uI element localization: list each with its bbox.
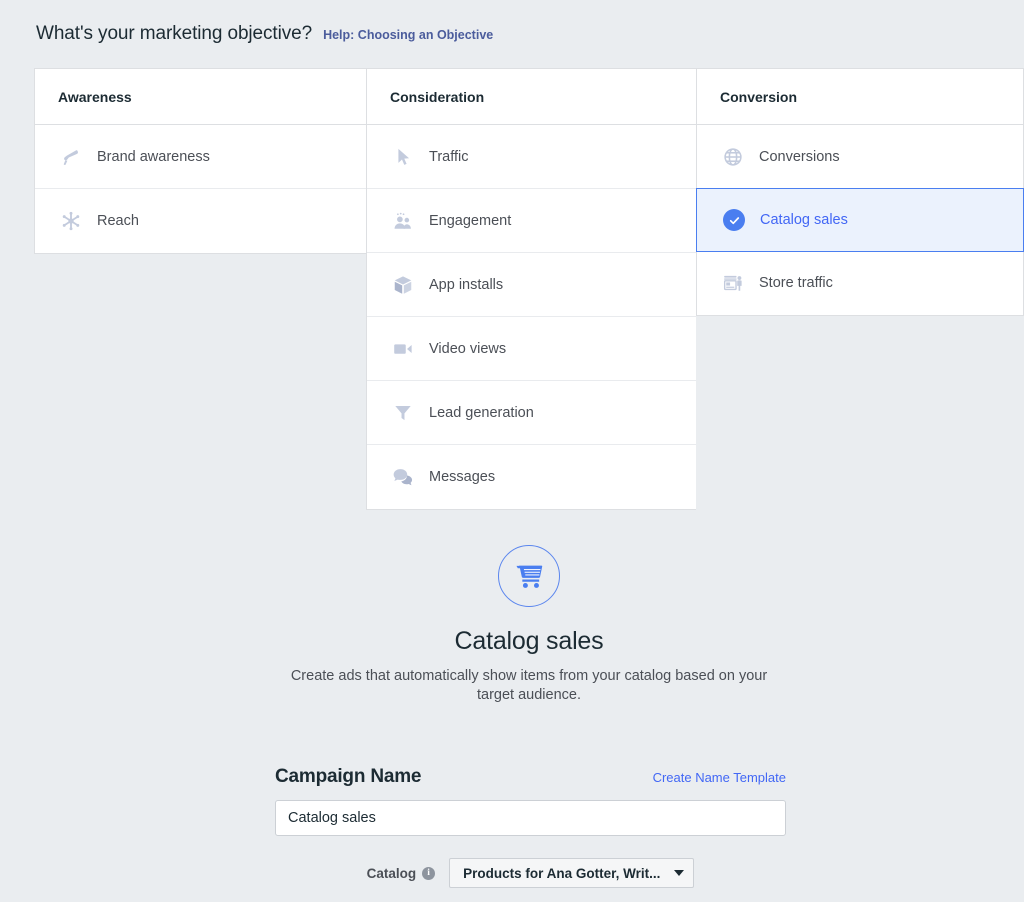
objective-option-label: Engagement bbox=[429, 212, 512, 229]
people-icon bbox=[390, 208, 416, 234]
column-heading-consideration: Consideration bbox=[367, 69, 696, 125]
objective-column-conversion: Conversion Conversions Catalog sales Sto… bbox=[696, 68, 1024, 316]
objective-option-conversions[interactable]: Conversions bbox=[697, 125, 1023, 189]
objective-option-label: Conversions bbox=[759, 148, 840, 165]
catalog-selector-row: Catalog i Products for Ana Gotter, Writ.… bbox=[275, 858, 786, 888]
cursor-arrow-icon bbox=[390, 144, 416, 170]
page-header: What's your marketing objective? Help: C… bbox=[0, 0, 1024, 68]
reach-burst-icon bbox=[58, 208, 84, 234]
objective-option-video-views[interactable]: Video views bbox=[367, 317, 696, 381]
campaign-name-header: Campaign Name Create Name Template bbox=[275, 766, 786, 788]
objective-option-lead-generation[interactable]: Lead generation bbox=[367, 381, 696, 445]
help-choosing-objective-link[interactable]: Help: Choosing an Objective bbox=[323, 28, 493, 42]
objective-option-catalog-sales[interactable]: Catalog sales bbox=[696, 188, 1024, 252]
objective-option-label: Lead generation bbox=[429, 404, 534, 421]
video-camera-icon bbox=[390, 336, 416, 362]
objective-option-label: Messages bbox=[429, 469, 496, 485]
objective-option-traffic[interactable]: Traffic bbox=[367, 125, 696, 189]
objective-detail-panel: Catalog sales Create ads that automatica… bbox=[34, 545, 1024, 705]
funnel-icon bbox=[390, 400, 416, 426]
objective-option-label: Traffic bbox=[429, 148, 469, 165]
column-heading-conversion: Conversion bbox=[697, 69, 1023, 125]
objective-option-label: Reach bbox=[97, 213, 139, 229]
catalog-label: Catalog bbox=[366, 865, 417, 881]
detail-description: Create ads that automatically show items… bbox=[290, 668, 768, 703]
objective-option-reach[interactable]: Reach bbox=[35, 189, 366, 253]
objective-option-engagement[interactable]: Engagement bbox=[367, 189, 696, 253]
megaphone-icon bbox=[58, 144, 84, 170]
cube-box-icon bbox=[390, 272, 416, 298]
objective-option-app-installs[interactable]: App installs bbox=[367, 253, 696, 317]
objective-column-awareness: Awareness Brand awareness Reach bbox=[34, 68, 366, 254]
objective-option-label: Brand awareness bbox=[97, 148, 210, 165]
info-icon[interactable]: i bbox=[422, 866, 436, 880]
objective-column-consideration: Consideration Traffic Engagement App ins… bbox=[366, 68, 696, 510]
detail-title: Catalog sales bbox=[454, 627, 604, 655]
objective-option-label: Store traffic bbox=[759, 275, 833, 291]
campaign-name-title: Campaign Name bbox=[275, 766, 422, 787]
objective-option-store-traffic[interactable]: Store traffic bbox=[697, 251, 1023, 315]
objective-option-messages[interactable]: Messages bbox=[367, 445, 696, 509]
shopping-cart-icon bbox=[498, 545, 560, 607]
page-title: What's your marketing objective? bbox=[36, 23, 313, 44]
create-name-template-link[interactable]: Create Name Template bbox=[653, 770, 786, 785]
objective-option-brand-awareness[interactable]: Brand awareness bbox=[35, 125, 366, 189]
storefront-icon bbox=[720, 270, 746, 296]
objective-option-label: App installs bbox=[429, 276, 504, 293]
campaign-name-section: Campaign Name Create Name Template Catal… bbox=[275, 766, 786, 888]
check-circle-icon bbox=[721, 207, 747, 233]
catalog-dropdown-value: Products for Ana Gotter, Writ... bbox=[463, 865, 661, 881]
objective-option-label: Video views bbox=[429, 340, 507, 357]
globe-icon bbox=[720, 144, 746, 170]
objective-grid: Awareness Brand awareness Reach Consider… bbox=[34, 68, 1024, 510]
campaign-name-input[interactable] bbox=[275, 800, 786, 836]
column-heading-awareness: Awareness bbox=[35, 69, 366, 125]
chevron-down-icon bbox=[674, 870, 685, 876]
objective-option-label: Catalog sales bbox=[760, 212, 848, 228]
catalog-dropdown[interactable]: Products for Ana Gotter, Writ... bbox=[449, 858, 695, 888]
chat-bubbles-icon bbox=[390, 464, 416, 490]
